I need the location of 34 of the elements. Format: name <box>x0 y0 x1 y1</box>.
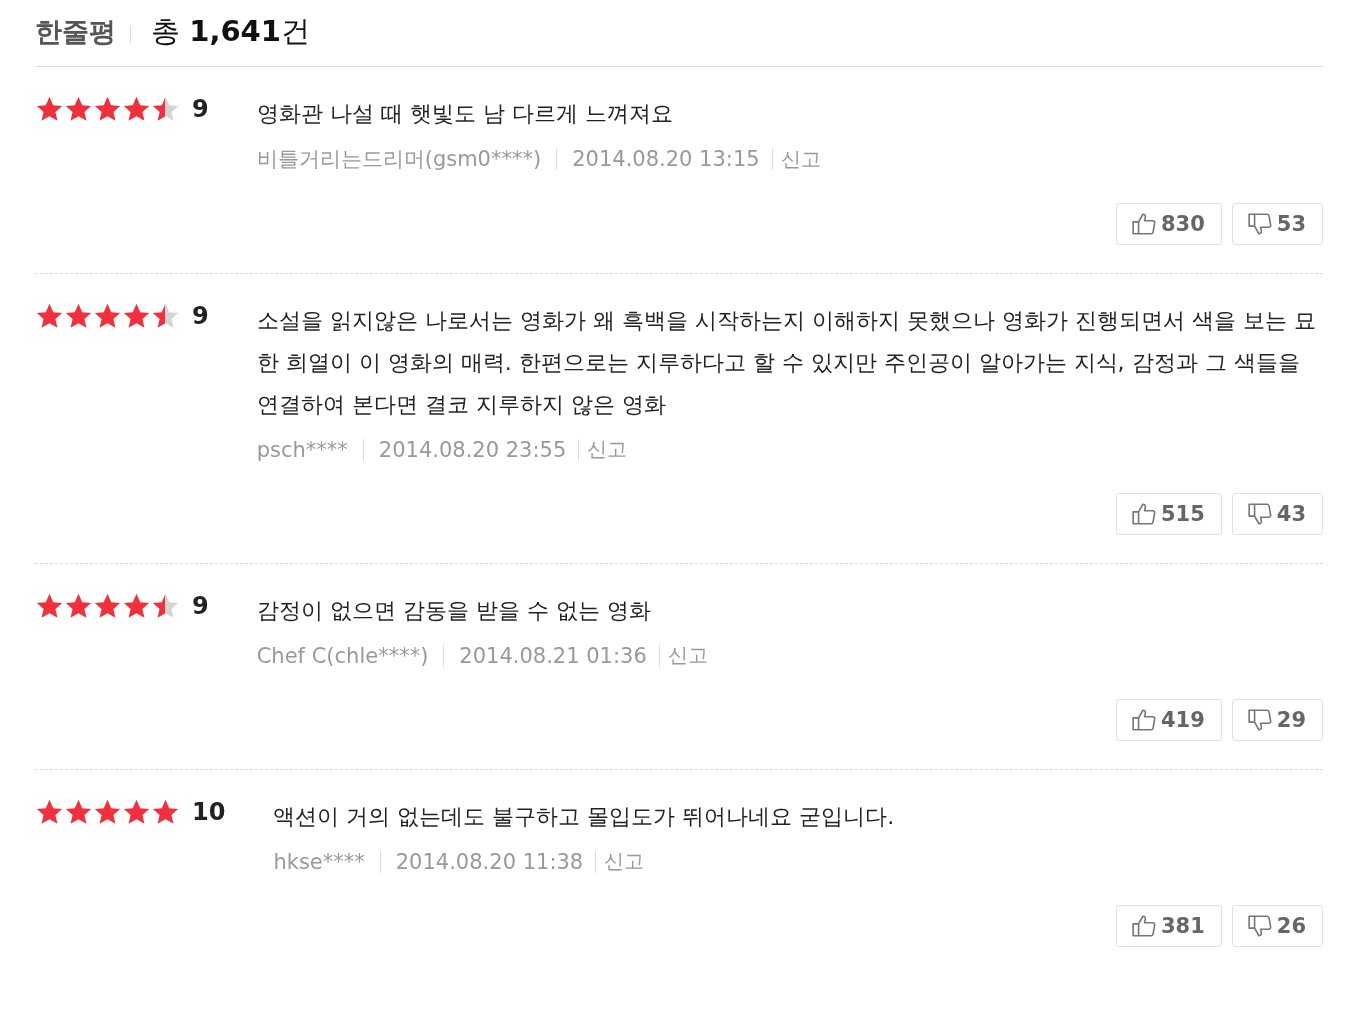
review-text: 영화관 나설 때 햇빛도 남 다르게 느껴져요 <box>256 100 674 128</box>
review-count: 총 1,641건 <box>151 13 310 50</box>
review-text: 소설을 읽지않은 나로서는 영화가 왜 흑백을 시작하는지 이해하지 못했으나 영화가 진행되면서 색을 보는 묘한 희열이 이 영화의 매력. 한편으로는 지루하다고 할 수 있지만 주인공이 알아가는 지식, 감정과 그 색들을 연결하여 본다면 결코 지루하지 않은 영화 <box>256 307 1317 419</box>
thumbs-down-icon <box>1246 913 1273 939</box>
review-date: 2014.08.20 11:38 <box>395 849 584 874</box>
review-author: psch**** <box>256 437 348 462</box>
rating-score: 9 <box>192 95 209 123</box>
dislike-button[interactable]: 53 <box>1231 203 1323 245</box>
thumbs-up-icon <box>1130 211 1157 237</box>
review-author: Chef C(chle****) <box>256 643 429 668</box>
thumbs-down-icon <box>1246 707 1273 733</box>
review-text: 감정이 없으면 감동을 받을 수 없는 영화 <box>256 597 652 625</box>
dislike-button[interactable]: 26 <box>1231 905 1323 947</box>
section-title: 한줄평 <box>35 15 116 49</box>
like-button[interactable]: 515 <box>1115 493 1222 535</box>
dislike-button[interactable]: 43 <box>1231 493 1323 535</box>
rating-score: 10 <box>192 798 226 826</box>
review-date: 2014.08.20 13:15 <box>572 147 760 171</box>
thumbs-down-icon <box>1246 501 1273 527</box>
review-date: 2014.08.20 23:55 <box>378 437 567 462</box>
like-button[interactable]: 830 <box>1115 203 1222 245</box>
rating-score: 9 <box>192 302 209 330</box>
rating-score: 9 <box>192 592 209 620</box>
review-author: 비틀거리는드리머(gsm0****) <box>256 146 542 173</box>
thumbs-up-icon <box>1130 913 1157 939</box>
review-text: 액션이 거의 없는데도 불구하고 몰입도가 뛰어나네요 굳입니다. <box>273 803 896 831</box>
thumbs-up-icon <box>1130 501 1157 527</box>
review-date: 2014.08.21 01:36 <box>459 643 647 668</box>
review-author: hkse**** <box>273 849 365 874</box>
dislike-button[interactable]: 29 <box>1231 699 1323 741</box>
thumbs-up-icon <box>1130 707 1157 733</box>
like-button[interactable]: 381 <box>1115 905 1222 947</box>
like-button[interactable]: 419 <box>1115 699 1222 741</box>
thumbs-down-icon <box>1246 211 1273 237</box>
